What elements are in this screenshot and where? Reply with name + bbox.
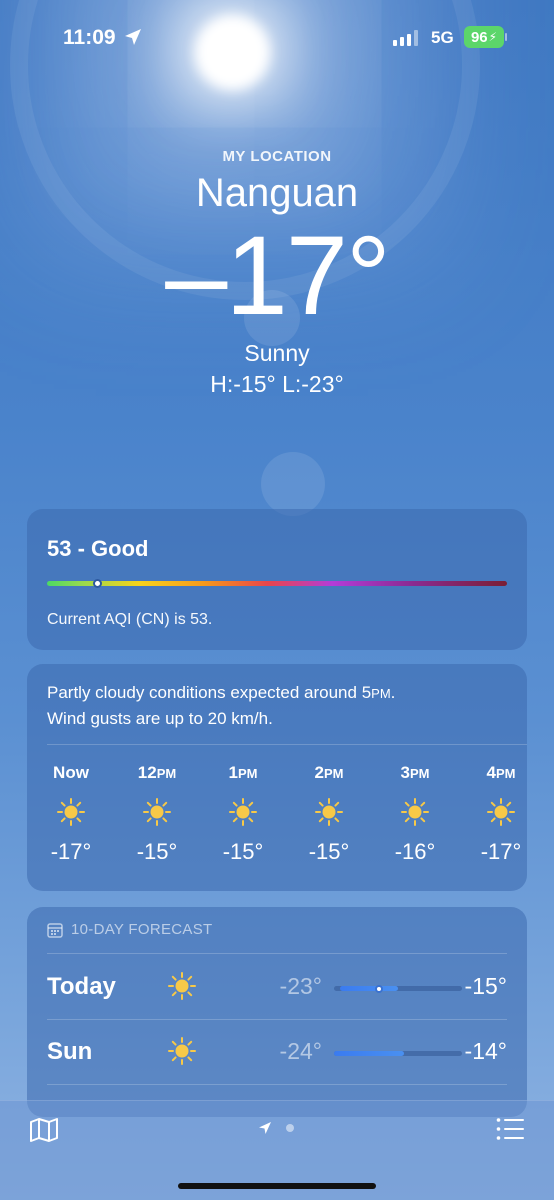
- status-bar: 11:09 5G 96 ⚡: [0, 24, 554, 54]
- temperature-range-fill: [334, 1051, 405, 1056]
- hour-temperature: -15°: [308, 839, 350, 864]
- forecast-low: -23°: [279, 973, 322, 999]
- forecast-high: -15°: [464, 973, 507, 999]
- hour-temperature: -17°: [480, 839, 522, 864]
- forecast-heading-label: 10-DAY FORECAST: [71, 921, 213, 938]
- hourly-summary-line1: Partly cloudy conditions expected around…: [47, 683, 372, 702]
- hour-suffix: PM: [495, 766, 516, 781]
- hour-item: 4PM -17°: [463, 763, 539, 865]
- forecast-divider: [47, 953, 507, 954]
- sun-icon: [291, 797, 367, 827]
- battery-percent: 96: [470, 28, 488, 46]
- city-name: Nanguan: [195, 171, 359, 215]
- hour-label: 2: [314, 763, 324, 782]
- hour-temperature: -15°: [136, 839, 178, 864]
- hour-item: 1PM -15°: [205, 763, 281, 865]
- map-icon[interactable]: [29, 1117, 59, 1143]
- current-condition: Sunny: [244, 340, 310, 366]
- hour-suffix: PM: [156, 766, 177, 781]
- home-indicator: [178, 1183, 376, 1189]
- hour-label: 4: [486, 763, 496, 782]
- sun-icon: [463, 797, 539, 827]
- list-icon[interactable]: [496, 1117, 524, 1141]
- hour-temperature: -16°: [394, 839, 436, 864]
- forecast-row-sun[interactable]: Sun -24° -14°: [47, 1020, 507, 1084]
- location-arrow-icon[interactable]: [258, 1121, 272, 1135]
- aqi-scale-bar: [47, 578, 507, 588]
- hour-item: 2PM -15°: [291, 763, 367, 865]
- aqi-description: Current AQI (CN) is 53.: [47, 611, 213, 628]
- sun-icon: [33, 797, 109, 827]
- temperature-range-fill: [340, 986, 398, 991]
- hour-temperature: -17°: [50, 839, 92, 864]
- bottom-toolbar: [0, 1100, 554, 1200]
- hour-suffix: PM: [237, 766, 258, 781]
- temperature-range-bar: [334, 1051, 462, 1056]
- battery-tip: [505, 33, 507, 41]
- forecast-day: Sun: [47, 1038, 93, 1065]
- location-services-icon: [125, 29, 141, 45]
- hourly-divider: [47, 744, 527, 745]
- forecast-day: Today: [47, 973, 116, 1000]
- high-low-temperature: H:-15° L:-23°: [210, 371, 344, 397]
- air-quality-card[interactable]: 53 - Good Current AQI (CN) is 53.: [27, 509, 527, 650]
- hour-item: Now -17°: [33, 763, 109, 865]
- hour-suffix: PM: [323, 766, 344, 781]
- sun-icon: [377, 797, 453, 827]
- forecast-divider: [47, 1084, 507, 1085]
- location-header: MY LOCATION Nanguan –17° Sunny H:-15° L:…: [0, 148, 554, 398]
- hour-suffix: PM: [409, 766, 430, 781]
- lens-flare: [261, 452, 325, 516]
- hourly-summary-line2: Wind gusts are up to 20 km/h.: [47, 709, 273, 728]
- aqi-indicator: [93, 578, 103, 588]
- status-time: 11:09: [63, 26, 116, 49]
- forecast-high: -14°: [464, 1038, 507, 1064]
- battery-icon: 96 ⚡: [464, 26, 504, 48]
- hourly-summary-suffix: PM: [371, 686, 391, 701]
- ten-day-forecast-card[interactable]: 10-DAY FORECAST Today -23° -15° Sun -24°…: [27, 907, 527, 1117]
- hour-item: 3PM -16°: [377, 763, 453, 865]
- hour-temperature: -15°: [222, 839, 264, 864]
- hour-label: 12: [137, 763, 157, 782]
- hour-item: 12PM -15°: [119, 763, 195, 865]
- hourly-summary: Partly cloudy conditions expected around…: [47, 683, 396, 728]
- temperature-range-bar: [334, 984, 462, 993]
- hour-label: Now: [53, 763, 89, 782]
- sun-icon: [205, 797, 281, 827]
- network-type: 5G: [431, 28, 454, 47]
- sun-icon: [119, 797, 195, 827]
- forecast-heading: 10-DAY FORECAST: [47, 921, 212, 938]
- cellular-signal-icon: [393, 30, 418, 46]
- hourly-forecast-card[interactable]: Partly cloudy conditions expected around…: [27, 664, 527, 891]
- forecast-low: -24°: [279, 1038, 322, 1064]
- page-dot[interactable]: [286, 1124, 294, 1132]
- sun-icon: [167, 1036, 197, 1071]
- forecast-row-today[interactable]: Today -23° -15°: [47, 955, 507, 1019]
- sun-icon: [167, 971, 197, 1006]
- location-subtitle: MY LOCATION: [222, 148, 332, 165]
- hour-label: 3: [400, 763, 410, 782]
- aqi-title: 53 - Good: [47, 536, 149, 561]
- calendar-icon: [47, 922, 63, 938]
- current-temperature-marker: [374, 984, 383, 993]
- hour-label: 1: [228, 763, 238, 782]
- current-temperature: –17°: [165, 213, 391, 338]
